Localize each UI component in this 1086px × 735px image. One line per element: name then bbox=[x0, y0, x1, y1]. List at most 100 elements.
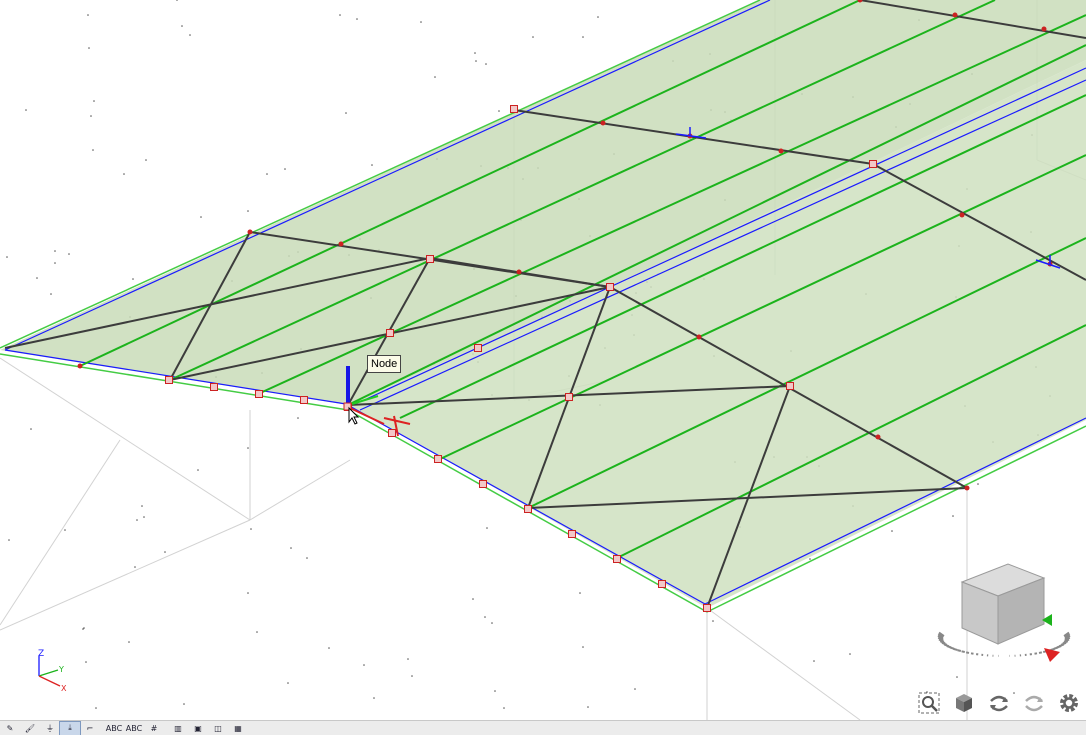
node-marker[interactable] bbox=[475, 345, 482, 352]
node-marker[interactable] bbox=[607, 284, 614, 291]
grid-dot bbox=[8, 539, 10, 541]
grid-dot bbox=[813, 660, 815, 662]
window-icon-label: ▣ bbox=[194, 724, 202, 733]
grid-dot bbox=[287, 682, 289, 684]
node-marker[interactable] bbox=[614, 556, 621, 563]
node-marker[interactable] bbox=[787, 383, 794, 390]
grid-dot bbox=[952, 515, 954, 517]
grid-dot bbox=[503, 707, 505, 709]
red-grid-icon[interactable]: ▦ bbox=[228, 722, 248, 735]
grid-dot bbox=[420, 21, 422, 23]
grid-dot bbox=[484, 616, 486, 618]
dial-tick bbox=[957, 650, 961, 651]
dial-tick bbox=[962, 651, 965, 652]
node-marker[interactable] bbox=[211, 384, 218, 391]
grid-dot bbox=[88, 47, 90, 49]
node-marker[interactable] bbox=[435, 456, 442, 463]
grid-dot bbox=[95, 707, 97, 709]
grid-dot bbox=[297, 417, 299, 419]
dial-tick bbox=[953, 649, 957, 650]
node-marker[interactable] bbox=[256, 391, 263, 398]
grid-dot bbox=[485, 63, 487, 65]
grid-dot bbox=[128, 641, 130, 643]
node-marker[interactable] bbox=[166, 377, 173, 384]
grid-dot bbox=[579, 592, 581, 594]
node-marker[interactable] bbox=[480, 481, 487, 488]
window-icon[interactable]: ▣ bbox=[188, 722, 208, 735]
node-marker[interactable] bbox=[566, 394, 573, 401]
grid-dot bbox=[85, 661, 87, 663]
grid-dot bbox=[407, 658, 409, 660]
pencil-icon[interactable]: ✎ bbox=[0, 722, 20, 735]
grid-dot bbox=[164, 551, 166, 553]
grid-dot bbox=[356, 18, 358, 20]
grid-dot bbox=[6, 256, 8, 258]
grid-dot bbox=[82, 628, 84, 630]
view-cube-icon[interactable] bbox=[934, 556, 1074, 668]
grid-dot bbox=[371, 164, 373, 166]
node-marker[interactable] bbox=[704, 605, 711, 612]
zoom-icon[interactable] bbox=[914, 689, 943, 717]
node-marker[interactable] bbox=[569, 531, 576, 538]
grid-icon[interactable]: # bbox=[144, 722, 164, 735]
node-tooltip: Node bbox=[367, 355, 401, 373]
paint-icon-label: 🖌 bbox=[25, 724, 35, 733]
node-marker[interactable] bbox=[389, 430, 396, 437]
node-marker[interactable] bbox=[511, 106, 518, 113]
grid-dot bbox=[30, 428, 32, 430]
member-point bbox=[965, 486, 970, 491]
grid-dot bbox=[176, 0, 178, 1]
paint-icon[interactable]: 🖌 bbox=[20, 722, 40, 735]
grid-dot bbox=[491, 622, 493, 624]
node-marker[interactable] bbox=[301, 397, 308, 404]
node-marker[interactable] bbox=[525, 506, 532, 513]
load-icon[interactable]: ⤓ bbox=[60, 722, 80, 735]
grid-dot bbox=[92, 149, 94, 151]
node-marker[interactable] bbox=[387, 330, 394, 337]
red-grid-icon-label: ▦ bbox=[234, 724, 242, 733]
grid-dot bbox=[891, 530, 893, 532]
grid-dot bbox=[145, 159, 147, 161]
abc-member-labels[interactable]: ABC bbox=[124, 722, 144, 735]
support-icon[interactable]: ⏚ bbox=[40, 722, 60, 735]
axis-triad: Z Y X bbox=[30, 644, 80, 692]
settings-gear-icon[interactable] bbox=[1055, 689, 1084, 717]
rotate-view-icon[interactable] bbox=[984, 689, 1013, 717]
grid-dot bbox=[284, 168, 286, 170]
pencil-icon-label: ✎ bbox=[7, 724, 14, 733]
node-marker[interactable] bbox=[870, 161, 877, 168]
axis-x-label: X bbox=[61, 684, 67, 692]
grid-dot bbox=[132, 278, 134, 280]
grid-dot bbox=[123, 173, 125, 175]
grid-dot bbox=[498, 110, 500, 112]
bottom-toolbar: ✎🖌⏚⤓⌐ABCABC#▥▣◫▦ bbox=[0, 720, 1086, 735]
grid-dot bbox=[90, 115, 92, 117]
grid-dot bbox=[290, 547, 292, 549]
multi-window-icon[interactable]: ◫ bbox=[208, 722, 228, 735]
member-icon[interactable]: ⌐ bbox=[80, 722, 100, 735]
grid-dot bbox=[434, 76, 436, 78]
abc-node-labels[interactable]: ABC bbox=[104, 722, 124, 735]
view-cube-toggle-icon[interactable] bbox=[949, 689, 978, 717]
node-marker[interactable] bbox=[659, 581, 666, 588]
member-point bbox=[953, 13, 958, 18]
grid-dot bbox=[50, 293, 52, 295]
table-icon-label: ▥ bbox=[174, 724, 182, 733]
model-canvas[interactable] bbox=[0, 0, 1086, 734]
grid-dot bbox=[582, 646, 584, 648]
3d-model-viewport[interactable]: Node Z Y X bbox=[0, 0, 1086, 734]
table-icon[interactable]: ▥ bbox=[168, 722, 188, 735]
rotate-view-alt-icon[interactable] bbox=[1020, 689, 1049, 717]
node-marker[interactable] bbox=[427, 256, 434, 263]
grid-dot bbox=[247, 447, 249, 449]
grid-dot bbox=[328, 647, 330, 649]
grid-dot bbox=[712, 620, 714, 622]
grid-dot bbox=[143, 516, 145, 518]
navigation-controls bbox=[914, 689, 1086, 717]
load-icon-label: ⤓ bbox=[68, 723, 72, 733]
grid-dot bbox=[474, 52, 476, 54]
grid-dot bbox=[472, 598, 474, 600]
grid-dot bbox=[247, 210, 249, 212]
member-icon-label: ⌐ bbox=[87, 724, 94, 733]
grid-dot bbox=[141, 505, 143, 507]
